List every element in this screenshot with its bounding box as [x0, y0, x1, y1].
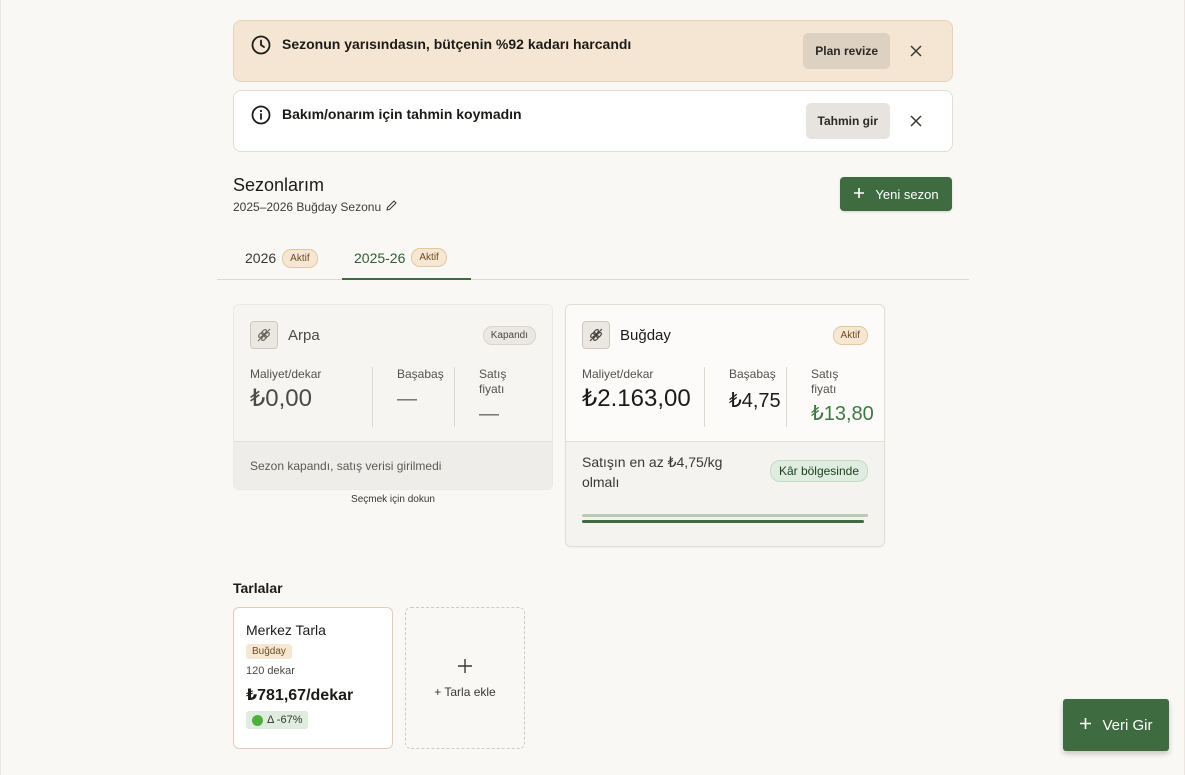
crop-card-bugday[interactable]: Buğday Aktif Maliyet/dekar ₺2.163,00 Baş…	[565, 304, 885, 547]
price-label: Satış fiyatı	[479, 367, 507, 396]
budget-warning-banner: Sezonun yarısındasın, bütçenin %92 kadar…	[233, 20, 953, 82]
enter-data-button[interactable]: Veri Gir	[1063, 699, 1169, 751]
plus-icon	[457, 658, 473, 679]
close-icon[interactable]	[906, 41, 926, 61]
tab-label: 2026	[245, 250, 277, 266]
breakeven-value: —	[397, 388, 417, 410]
cost-label: Maliyet/dekar	[250, 367, 322, 381]
field-card-merkez[interactable]: Merkez Tarla Buğday 120 dekar ₺781,67/de…	[233, 607, 393, 749]
enter-data-label: Veri Gir	[1102, 716, 1153, 734]
plan-revise-button[interactable]: Plan revize	[803, 33, 890, 69]
status-badge: Kapandı	[482, 325, 536, 345]
card-footer: Sezon kapandı, satış verisi girilmedi	[234, 441, 552, 489]
banner-text: Bakım/onarım için tahmin koymadın	[282, 106, 522, 122]
progress-track	[582, 514, 868, 517]
crop-name: Buğday	[620, 326, 671, 344]
tab-label: 2025-26	[354, 249, 406, 266]
footer-text: Satışın en az ₺4,75/kg olmalı	[582, 454, 723, 490]
price-value: —	[479, 403, 499, 425]
page-edge-left	[0, 0, 1, 775]
status-badge: Aktif	[411, 248, 447, 267]
close-icon[interactable]	[906, 111, 926, 131]
profit-zone-badge: Kâr bölgesinde	[769, 460, 868, 482]
breakeven-metric: Başabaş —	[372, 367, 454, 427]
maintenance-info-banner: Bakım/onarım için tahmin koymadın Tahmin…	[233, 90, 953, 152]
cost-value: ₺0,00	[250, 385, 312, 412]
clock-icon	[250, 34, 272, 56]
breakeven-label: Başabaş	[397, 367, 444, 381]
delta-value: Δ -67%	[267, 714, 303, 726]
field-area: 120 dekar	[246, 665, 295, 677]
enter-estimate-button[interactable]: Tahmin gir	[805, 103, 890, 139]
price-metric: Satış fiyatı ₺13,80	[786, 367, 874, 427]
cost-metric: Maliyet/dekar ₺0,00	[250, 367, 372, 427]
add-field-button[interactable]: + Tarla ekle	[405, 607, 525, 749]
add-field-label: + Tarla ekle	[434, 684, 496, 699]
tap-hint: Seçmek için dokun	[351, 494, 435, 505]
wheat-icon	[582, 321, 610, 349]
new-season-label: Yeni sezon	[875, 186, 939, 202]
crop-badge: Buğday	[246, 644, 292, 659]
progress-bar	[582, 520, 864, 523]
cost-label: Maliyet/dekar	[582, 367, 654, 381]
status-badge: Aktif	[282, 248, 318, 268]
breakeven-label: Başabaş	[729, 367, 776, 381]
breakeven-value: ₺4,75	[729, 390, 781, 412]
status-badge: Aktif	[832, 325, 868, 345]
green-dot-icon	[252, 714, 263, 726]
footer-text: Sezon kapandı, satış verisi girilmedi	[250, 459, 442, 473]
season-name: 2025–2026 Buğday Sezonu	[233, 200, 382, 214]
season-subtitle: 2025–2026 Buğday Sezonu	[233, 199, 398, 215]
fields-title: Tarlalar	[233, 580, 283, 596]
price-metric: Satış fiyatı —	[454, 367, 534, 427]
crop-card-arpa[interactable]: Arpa Kapandı Maliyet/dekar ₺0,00 Başabaş…	[233, 304, 553, 490]
new-season-button[interactable]: Yeni sezon	[840, 177, 952, 211]
card-footer: Satışın en az ₺4,75/kg olmalı Kâr bölges…	[566, 441, 884, 546]
delta-badge: Δ -67%	[246, 711, 309, 729]
plus-icon	[1079, 717, 1092, 734]
wheat-icon	[250, 321, 278, 349]
seasons-header: Sezonlarım 2025–2026 Buğday Sezonu	[233, 175, 398, 215]
page-title: Sezonlarım	[233, 175, 325, 195]
breakeven-metric: Başabaş ₺4,75	[704, 367, 786, 427]
field-cost: ₺781,67/dekar	[246, 687, 354, 704]
info-icon	[250, 104, 272, 126]
season-tabs: 2026 Aktif 2025-26 Aktif	[217, 237, 969, 280]
cost-metric: Maliyet/dekar ₺2.163,00	[582, 367, 704, 427]
crop-name: Arpa	[288, 326, 320, 344]
plus-icon	[853, 187, 865, 202]
price-value: ₺13,80	[811, 403, 874, 425]
banner-text: Sezonun yarısındasın, bütçenin %92 kadar…	[282, 36, 632, 52]
price-label: Satış fiyatı	[811, 367, 839, 396]
tab-2026[interactable]: 2026 Aktif	[233, 237, 318, 279]
cost-value: ₺2.163,00	[582, 385, 691, 412]
field-name: Merkez Tarla	[246, 622, 326, 638]
pencil-icon[interactable]	[385, 199, 398, 215]
tab-2025-26[interactable]: 2025-26 Aktif	[342, 237, 471, 280]
